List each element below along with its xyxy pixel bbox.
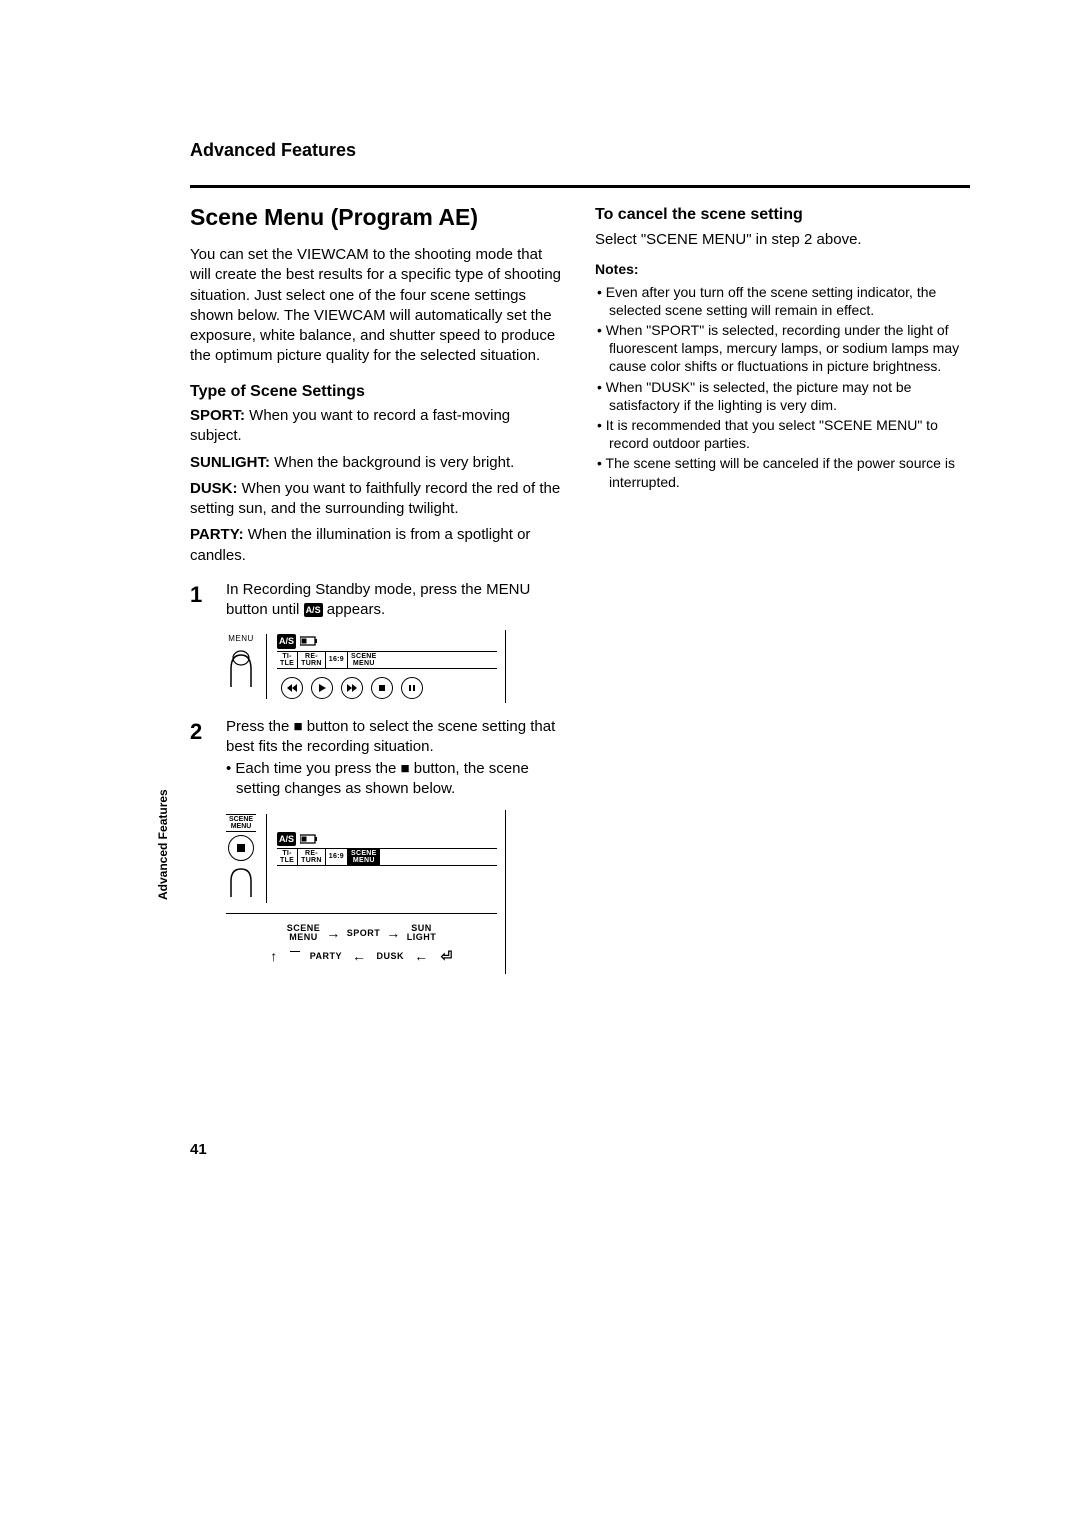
scene-dusk: DUSK: When you want to faithfully record… xyxy=(190,479,565,520)
arrow-right-icon xyxy=(386,924,401,943)
menu-button-label: MENU xyxy=(226,634,256,645)
button-outline-icon xyxy=(226,863,256,897)
cancel-heading: To cancel the scene setting xyxy=(595,204,970,226)
transport-buttons xyxy=(277,677,497,699)
as-badge-icon: A/S xyxy=(277,832,296,846)
scene-sport: SPORT: When you want to record a fast-mo… xyxy=(190,406,565,447)
scene-party: PARTY: When the illumination is from a s… xyxy=(190,525,565,566)
note-item: When "SPORT" is selected, recording unde… xyxy=(595,321,970,376)
play-icon xyxy=(311,677,333,699)
menu-strip: TI- TLE RE- TURN 16:9 SCENE MENU xyxy=(277,848,497,866)
divider xyxy=(190,185,970,188)
note-item: Even after you turn off the scene settin… xyxy=(595,283,970,319)
note-item: It is recommended that you select "SCENE… xyxy=(595,416,970,452)
arrow-left-icon xyxy=(352,947,367,966)
fastforward-icon xyxy=(341,677,363,699)
scene-menu-button-label: SCENE MENU xyxy=(226,814,256,832)
note-item: The scene setting will be canceled if th… xyxy=(595,454,970,490)
right-column: To cancel the scene setting Select "SCEN… xyxy=(595,202,970,988)
left-column: Scene Menu (Program AE) You can set the … xyxy=(190,202,565,988)
arrow-down-icon: ⏎ xyxy=(441,947,453,966)
intro-text: You can set the VIEWCAM to the shooting … xyxy=(190,245,565,367)
cancel-text: Select "SCENE MENU" in step 2 above. xyxy=(595,230,970,250)
battery-icon xyxy=(300,834,318,844)
as-badge-icon: A/S xyxy=(304,603,323,617)
arrow-up-icon: ↑ xyxy=(270,947,278,966)
pause-icon xyxy=(401,677,423,699)
stop-icon xyxy=(371,677,393,699)
rewind-icon xyxy=(281,677,303,699)
page-number: 41 xyxy=(190,1141,207,1158)
stop-button-icon xyxy=(228,835,254,861)
battery-icon xyxy=(300,636,318,646)
cycle-diagram: SCENE MENU SPORT SUN LIGHT ↑ PARTY DUSK … xyxy=(226,914,497,968)
as-badge-icon: A/S xyxy=(277,634,296,648)
step-1: 1 In Recording Standby mode, press the M… xyxy=(190,580,565,621)
notes-list: Even after you turn off the scene settin… xyxy=(595,283,970,491)
figure-2: SCENE MENU A/S xyxy=(226,810,565,974)
arrow-left-icon xyxy=(414,947,429,966)
arrow-right-icon xyxy=(326,924,341,943)
notes-heading: Notes: xyxy=(595,260,970,279)
step-2: 2 Press the ■ button to select the scene… xyxy=(190,717,565,800)
scene-sunlight: SUNLIGHT: When the background is very br… xyxy=(190,453,565,473)
figure-1: MENU A/S xyxy=(226,630,565,702)
side-tab: Advanced Features xyxy=(156,789,170,900)
note-item: When "DUSK" is selected, the picture may… xyxy=(595,378,970,414)
menu-strip: TI- TLE RE- TURN 16:9 SCENE MENU xyxy=(277,651,497,669)
section-header: Advanced Features xyxy=(190,140,970,161)
types-heading: Type of Scene Settings xyxy=(190,381,565,403)
page-title: Scene Menu (Program AE) xyxy=(190,202,565,233)
menu-button-icon xyxy=(226,647,256,683)
